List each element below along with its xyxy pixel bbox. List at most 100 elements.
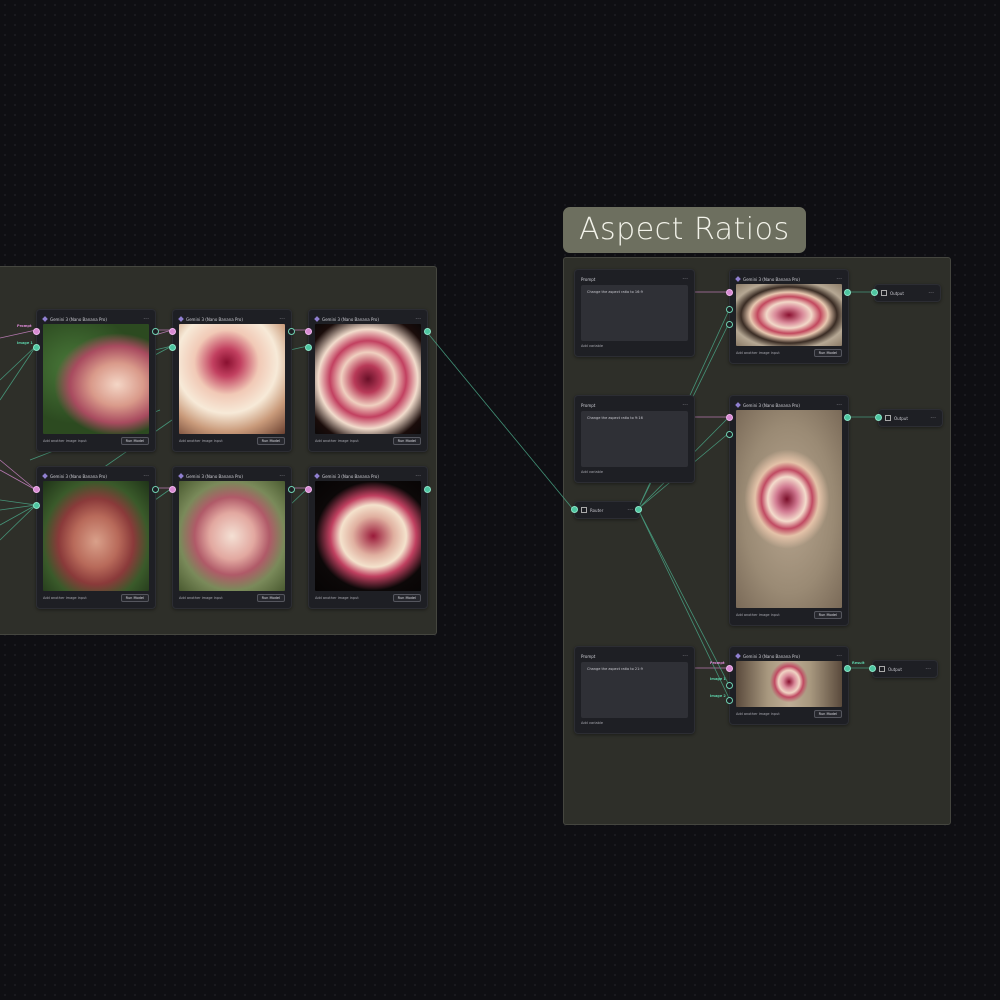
model-node-1[interactable]: Gemini 3 (Nano Banana Pro) ··· Add anothe… xyxy=(36,309,156,452)
menu-icon[interactable]: ··· xyxy=(928,290,934,297)
prompt-input-port[interactable] xyxy=(726,289,733,296)
result-output-port[interactable] xyxy=(152,486,159,493)
prompt-text-area[interactable]: Change the aspect ratio to 9:16 xyxy=(581,411,688,467)
image-input-port[interactable] xyxy=(726,431,733,438)
model-node-5[interactable]: Gemini 3 (Nano Banana Pro) ··· Add anothe… xyxy=(172,466,292,609)
add-image-input-link[interactable]: Add another image input xyxy=(179,439,223,443)
output-node-9-16[interactable]: Output ··· xyxy=(878,409,943,427)
add-image-input-link[interactable]: Add another image input xyxy=(736,712,780,716)
add-variable-link[interactable]: Add variable xyxy=(581,344,603,348)
add-variable-link[interactable]: Add variable xyxy=(581,470,603,474)
result-output-port[interactable] xyxy=(152,328,159,335)
result-output-port[interactable] xyxy=(424,328,431,335)
result-output-port[interactable] xyxy=(288,328,295,335)
model-node-6[interactable]: Gemini 3 (Nano Banana Pro) ··· Add anothe… xyxy=(308,466,428,609)
image-input-port[interactable] xyxy=(726,321,733,328)
router-output-port[interactable] xyxy=(635,506,642,513)
prompt-input-port[interactable] xyxy=(169,328,176,335)
menu-icon[interactable]: ··· xyxy=(836,276,842,283)
menu-icon[interactable]: ··· xyxy=(682,276,688,283)
prompt-node-16-9[interactable]: Prompt ··· Change the aspect ratio to 16:… xyxy=(574,269,695,357)
model-node-21-9[interactable]: Gemini 3 (Nano Banana Pro) ··· Add anothe… xyxy=(729,646,849,725)
image-input-port[interactable] xyxy=(33,344,40,351)
menu-icon[interactable]: ··· xyxy=(682,653,688,660)
image2-port-label: Image 2 xyxy=(710,694,726,698)
add-image-input-link[interactable]: Add another image input xyxy=(736,351,780,355)
add-variable-link[interactable]: Add variable xyxy=(581,721,603,725)
output-label: Output xyxy=(894,415,908,421)
model-node-4[interactable]: Gemini 3 (Nano Banana Pro) ··· Add anothe… xyxy=(36,466,156,609)
generated-image-16-9 xyxy=(736,284,842,346)
result-output-port[interactable] xyxy=(844,289,851,296)
run-model-button[interactable]: Run Model xyxy=(813,349,842,357)
generated-image-21-9 xyxy=(736,661,842,707)
menu-icon[interactable]: ··· xyxy=(682,402,688,409)
run-model-button[interactable]: Run Model xyxy=(120,437,149,445)
node-title: Gemini 3 (Nano Banana Pro) xyxy=(322,316,379,322)
menu-icon[interactable]: ··· xyxy=(925,666,931,673)
prompt-input-port[interactable] xyxy=(169,486,176,493)
menu-icon[interactable]: ··· xyxy=(279,316,285,323)
menu-icon[interactable]: ··· xyxy=(836,402,842,409)
menu-icon[interactable]: ··· xyxy=(143,473,149,480)
output-input-port[interactable] xyxy=(875,414,882,421)
run-model-button[interactable]: Run Model xyxy=(813,710,842,718)
image-input-port[interactable] xyxy=(726,682,733,689)
router-node[interactable]: Router ··· xyxy=(574,501,640,519)
add-image-input-link[interactable]: Add another image input xyxy=(43,596,87,600)
result-output-port[interactable] xyxy=(424,486,431,493)
prompt-input-port[interactable] xyxy=(305,328,312,335)
prompt-text-area[interactable]: Change the aspect ratio to 16:9 xyxy=(581,285,688,341)
model-node-16-9[interactable]: Gemini 3 (Nano Banana Pro) ··· Add anothe… xyxy=(729,269,849,364)
menu-icon[interactable]: ··· xyxy=(627,507,633,514)
result-output-port[interactable] xyxy=(844,665,851,672)
result-port-label: Result xyxy=(852,661,865,665)
model-node-9-16[interactable]: Gemini 3 (Nano Banana Pro) ··· Add anothe… xyxy=(729,395,849,626)
image-input-port[interactable] xyxy=(726,306,733,313)
output-node-16-9[interactable]: Output ··· xyxy=(874,284,941,302)
output-input-port[interactable] xyxy=(869,665,876,672)
output-input-port[interactable] xyxy=(871,289,878,296)
prompt-node-21-9[interactable]: Prompt ··· Change the aspect ratio to 21:… xyxy=(574,646,695,734)
model-node-2[interactable]: Gemini 3 (Nano Banana Pro) ··· Add anothe… xyxy=(172,309,292,452)
menu-icon[interactable]: ··· xyxy=(415,473,421,480)
prompt-input-port[interactable] xyxy=(33,486,40,493)
gemini-icon xyxy=(42,316,48,322)
node-title: Gemini 3 (Nano Banana Pro) xyxy=(50,473,107,479)
add-image-input-link[interactable]: Add another image input xyxy=(736,613,780,617)
prompt-node-9-16[interactable]: Prompt ··· Change the aspect ratio to 9:1… xyxy=(574,395,695,483)
result-output-port[interactable] xyxy=(288,486,295,493)
add-image-input-link[interactable]: Add another image input xyxy=(179,596,223,600)
image-input-port[interactable] xyxy=(33,502,40,509)
add-image-input-link[interactable]: Add another image input xyxy=(43,439,87,443)
add-image-input-link[interactable]: Add another image input xyxy=(315,439,359,443)
output-node-21-9[interactable]: Output ··· xyxy=(872,660,938,678)
output-icon xyxy=(879,666,885,672)
prompt-input-port[interactable] xyxy=(305,486,312,493)
menu-icon[interactable]: ··· xyxy=(930,415,936,422)
run-model-button[interactable]: Run Model xyxy=(256,437,285,445)
prompt-node-title: Prompt xyxy=(581,653,596,659)
run-model-button[interactable]: Run Model xyxy=(256,594,285,602)
prompt-text-area[interactable]: Change the aspect ratio to 21:9 xyxy=(581,662,688,718)
menu-icon[interactable]: ··· xyxy=(143,316,149,323)
prompt-port-label: Prompt xyxy=(710,661,725,665)
menu-icon[interactable]: ··· xyxy=(836,653,842,660)
prompt-input-port[interactable] xyxy=(726,414,733,421)
image-input-port[interactable] xyxy=(305,344,312,351)
router-input-port[interactable] xyxy=(571,506,578,513)
menu-icon[interactable]: ··· xyxy=(415,316,421,323)
run-model-button[interactable]: Run Model xyxy=(120,594,149,602)
run-model-button[interactable]: Run Model xyxy=(392,437,421,445)
menu-icon[interactable]: ··· xyxy=(279,473,285,480)
prompt-node-title: Prompt xyxy=(581,402,596,408)
run-model-button[interactable]: Run Model xyxy=(392,594,421,602)
prompt-input-port[interactable] xyxy=(726,665,733,672)
result-output-port[interactable] xyxy=(844,414,851,421)
image-input-port[interactable] xyxy=(726,697,733,704)
add-image-input-link[interactable]: Add another image input xyxy=(315,596,359,600)
image-input-port[interactable] xyxy=(169,344,176,351)
model-node-3[interactable]: Gemini 3 (Nano Banana Pro) ··· Add anothe… xyxy=(308,309,428,452)
run-model-button[interactable]: Run Model xyxy=(813,611,842,619)
prompt-input-port[interactable] xyxy=(33,328,40,335)
